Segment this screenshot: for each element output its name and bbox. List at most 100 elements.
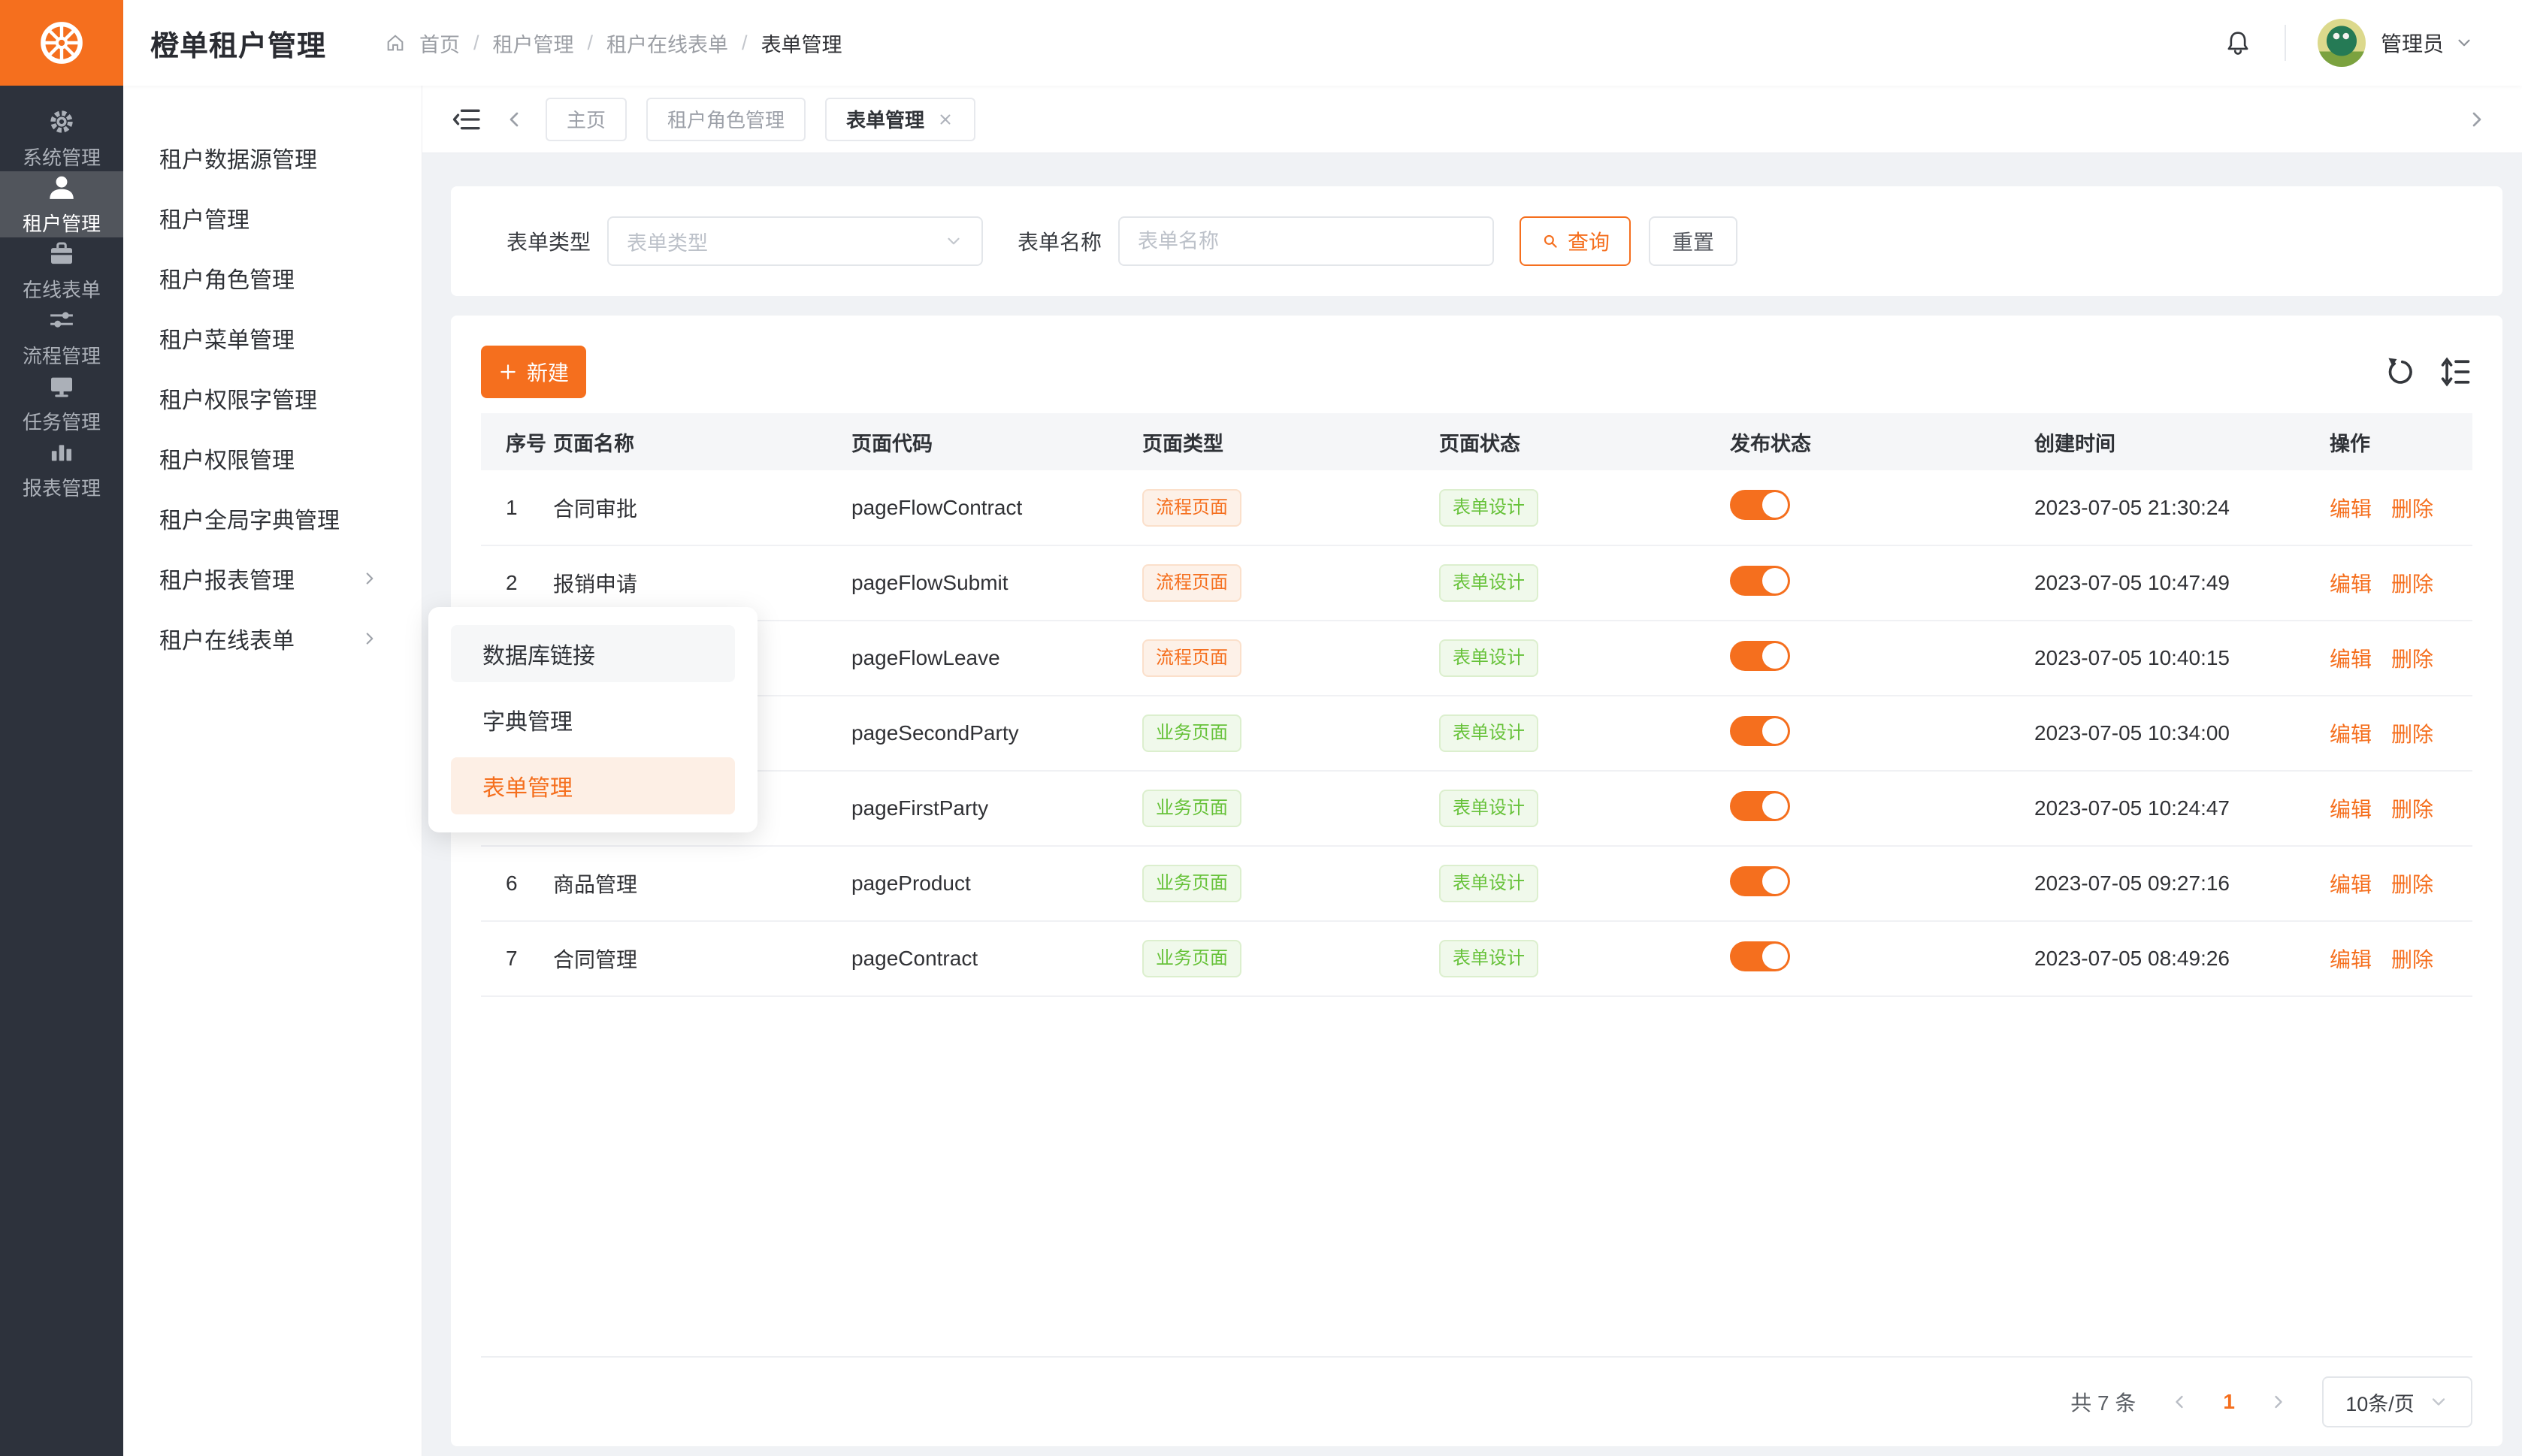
breadcrumb-item[interactable]: 租户管理 — [493, 29, 574, 58]
edit-link[interactable]: 编辑 — [2330, 648, 2372, 671]
form-design-tag[interactable]: 表单设计 — [1439, 489, 1538, 527]
gear-icon — [46, 106, 77, 137]
reset-button[interactable]: 重置 — [1649, 216, 1737, 266]
close-icon[interactable] — [936, 110, 954, 128]
line-height-settings-icon[interactable] — [2439, 355, 2472, 388]
cell-page-code: pageFlowContract — [851, 470, 1142, 545]
page-size-select[interactable]: 10条/页 — [2322, 1376, 2472, 1427]
user-avatar[interactable] — [2318, 19, 2366, 67]
col-header-type: 页面类型 — [1142, 413, 1439, 470]
cell-publish-status — [1730, 470, 2034, 545]
page-number[interactable]: 1 — [2223, 1390, 2235, 1414]
cell-no: 6 — [481, 846, 553, 921]
delete-link[interactable]: 删除 — [2391, 648, 2433, 671]
tab-home[interactable]: 主页 — [546, 98, 627, 141]
row-number: 2 — [506, 571, 518, 594]
submenu-item-role[interactable]: 租户角色管理 — [123, 248, 422, 308]
delete-link[interactable]: 删除 — [2391, 873, 2433, 896]
create-button[interactable]: 新建 — [481, 346, 586, 398]
app-logo[interactable] — [0, 0, 123, 86]
cell-actions: 编辑删除 — [2330, 771, 2472, 846]
sidebar-item-tenant[interactable]: 租户管理 — [0, 171, 123, 237]
popup-item-form-management[interactable]: 表单管理 — [451, 757, 735, 814]
publish-toggle[interactable] — [1730, 791, 1790, 821]
user-name[interactable]: 管理员 — [2381, 28, 2444, 58]
tabs-scroll-left-icon[interactable] — [502, 107, 526, 131]
cell-page-status: 表单设计 — [1439, 545, 1730, 621]
popup-item-database-link[interactable]: 数据库链接 — [451, 625, 735, 682]
sidebar-item-system[interactable]: 系统管理 — [0, 105, 123, 171]
next-page-icon[interactable] — [2268, 1391, 2289, 1412]
pagination: 共 7 条 1 10条/页 — [481, 1358, 2472, 1446]
tab-tenant-role[interactable]: 租户角色管理 — [646, 98, 806, 141]
submenu-item-menu[interactable]: 租户菜单管理 — [123, 308, 422, 368]
form-design-tag[interactable]: 表单设计 — [1439, 639, 1538, 677]
refresh-icon[interactable] — [2384, 355, 2417, 388]
submenu-item-tenant[interactable]: 租户管理 — [123, 188, 422, 248]
submenu-item-online-form[interactable]: 租户在线表单 — [123, 609, 422, 669]
primary-sidebar: 系统管理 租户管理 在线表单 流程管理 任务管理 报表管理 — [0, 0, 123, 1456]
sidebar-item-online-form[interactable]: 在线表单 — [0, 237, 123, 304]
cell-page-type: 业务页面 — [1142, 696, 1439, 771]
form-design-tag[interactable]: 表单设计 — [1439, 564, 1538, 602]
submenu-item-datasource[interactable]: 租户数据源管理 — [123, 128, 422, 188]
sidebar-item-label: 报表管理 — [23, 473, 101, 501]
row-number: 6 — [506, 871, 518, 895]
prev-page-icon[interactable] — [2169, 1391, 2190, 1412]
publish-toggle[interactable] — [1730, 641, 1790, 671]
notification-bell-button[interactable] — [2223, 28, 2253, 58]
chevron-down-icon[interactable] — [2454, 33, 2474, 53]
delete-link[interactable]: 删除 — [2391, 723, 2433, 746]
cell-page-type: 业务页面 — [1142, 846, 1439, 921]
cell-actions: 编辑删除 — [2330, 545, 2472, 621]
header-divider — [2285, 25, 2286, 61]
publish-toggle[interactable] — [1730, 566, 1790, 596]
tab-form-management[interactable]: 表单管理 — [825, 98, 975, 141]
form-name-input[interactable] — [1118, 216, 1494, 266]
form-design-tag[interactable]: 表单设计 — [1439, 714, 1538, 752]
primary-nav: 系统管理 租户管理 在线表单 流程管理 任务管理 报表管理 — [0, 86, 123, 502]
table-row: pageSecondParty 业务页面 表单设计 2023-07-05 10:… — [481, 696, 2472, 771]
tabs-scroll-right-icon[interactable] — [2465, 107, 2489, 131]
sidebar-item-report[interactable]: 报表管理 — [0, 436, 123, 502]
page-type-tag: 流程页面 — [1142, 564, 1241, 602]
delete-link[interactable]: 删除 — [2391, 572, 2433, 596]
publish-toggle[interactable] — [1730, 490, 1790, 520]
cell-page-status: 表单设计 — [1439, 771, 1730, 846]
delete-link[interactable]: 删除 — [2391, 497, 2433, 521]
breadcrumb-item[interactable]: 租户在线表单 — [606, 29, 728, 58]
sidebar-item-task[interactable]: 任务管理 — [0, 370, 123, 436]
cell-created-time: 2023-07-05 10:24:47 — [2034, 771, 2330, 846]
form-design-tag[interactable]: 表单设计 — [1439, 865, 1538, 902]
page-type-tag: 业务页面 — [1142, 940, 1241, 977]
publish-toggle[interactable] — [1730, 941, 1790, 971]
edit-link[interactable]: 编辑 — [2330, 723, 2372, 746]
submenu-item-perm[interactable]: 租户权限管理 — [123, 428, 422, 488]
edit-link[interactable]: 编辑 — [2330, 873, 2372, 896]
sidebar-item-flow[interactable]: 流程管理 — [0, 304, 123, 370]
collapse-sidebar-icon[interactable] — [452, 104, 482, 134]
bar-chart-icon — [46, 436, 77, 468]
publish-toggle[interactable] — [1730, 716, 1790, 746]
breadcrumb-item[interactable]: 首页 — [419, 29, 460, 58]
submenu-item-dict[interactable]: 租户全局字典管理 — [123, 488, 422, 548]
bell-icon — [2223, 28, 2253, 58]
sidebar-item-label: 流程管理 — [23, 341, 101, 369]
delete-link[interactable]: 删除 — [2391, 798, 2433, 821]
breadcrumb-separator: / — [588, 32, 594, 55]
edit-link[interactable]: 编辑 — [2330, 497, 2372, 521]
submenu-item-report[interactable]: 租户报表管理 — [123, 548, 422, 609]
delete-link[interactable]: 删除 — [2391, 948, 2433, 971]
search-button-label: 查询 — [1568, 226, 1610, 256]
form-design-tag[interactable]: 表单设计 — [1439, 940, 1538, 977]
edit-link[interactable]: 编辑 — [2330, 572, 2372, 596]
form-type-select[interactable]: 表单类型 — [607, 216, 983, 266]
publish-toggle[interactable] — [1730, 866, 1790, 896]
submenu-item-perm-word[interactable]: 租户权限字管理 — [123, 368, 422, 428]
chevron-right-icon — [360, 569, 380, 588]
form-design-tag[interactable]: 表单设计 — [1439, 790, 1538, 827]
edit-link[interactable]: 编辑 — [2330, 948, 2372, 971]
popup-item-dict-management[interactable]: 字典管理 — [451, 691, 735, 748]
search-button[interactable]: 查询 — [1520, 216, 1631, 266]
edit-link[interactable]: 编辑 — [2330, 798, 2372, 821]
